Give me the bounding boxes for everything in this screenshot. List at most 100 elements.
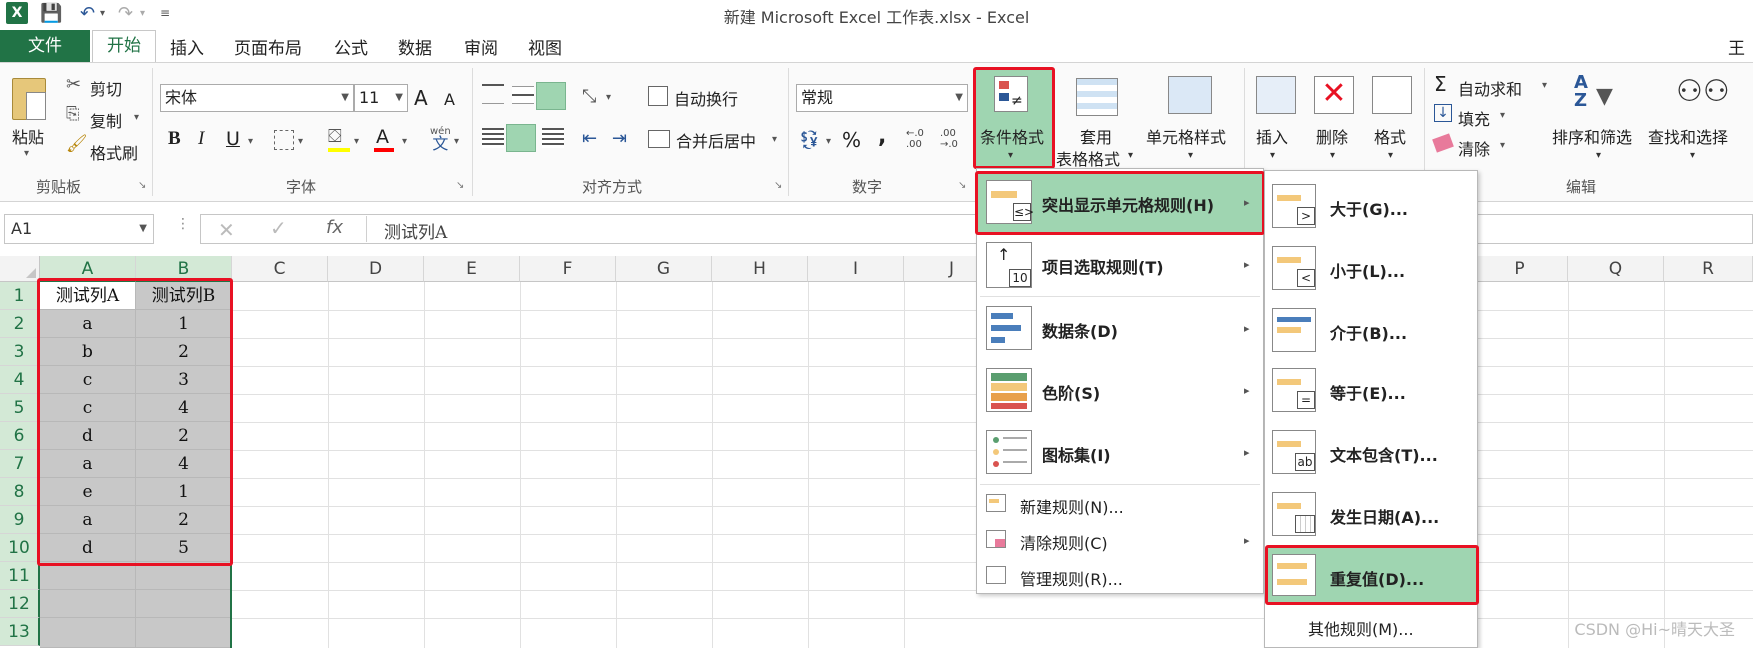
row-header-7[interactable]: 7 bbox=[0, 450, 40, 478]
cut-icon[interactable]: ✂ bbox=[66, 74, 81, 95]
cell-b12[interactable] bbox=[136, 590, 232, 618]
tab-file[interactable]: 文件 bbox=[0, 30, 90, 62]
menu-item-more-rules[interactable]: 其他规则(M)... bbox=[1308, 616, 1414, 640]
sort-filter-dropdown-icon[interactable]: ▾ bbox=[1596, 150, 1601, 161]
row-header-3[interactable]: 3 bbox=[0, 338, 40, 366]
menu-item-new-rule[interactable]: 新建规则(N)... bbox=[1020, 494, 1124, 518]
align-right-icon[interactable] bbox=[542, 128, 564, 148]
underline-dropdown-icon[interactable]: ▾ bbox=[248, 136, 253, 147]
accounting-icon[interactable]: 💱︎ bbox=[798, 130, 821, 151]
column-header-c[interactable]: C bbox=[232, 256, 328, 282]
tab-data[interactable]: 数据 bbox=[398, 34, 432, 59]
menu-item-top-bottom-rules[interactable]: 项目选取规则(T) bbox=[1042, 254, 1164, 278]
menu-item-color-scales[interactable]: 色阶(S) bbox=[1042, 380, 1100, 404]
binoculars-icon[interactable]: ⚇⚇ bbox=[1676, 74, 1730, 109]
clear-dropdown-icon[interactable]: ▾ bbox=[1500, 140, 1505, 151]
format-table-icon[interactable] bbox=[1076, 78, 1118, 116]
copy-icon[interactable]: ⎘ bbox=[66, 104, 80, 124]
formula-input[interactable]: 测试列A bbox=[384, 218, 447, 243]
wrap-text-button[interactable]: 自动换行 bbox=[674, 86, 738, 110]
fill-button[interactable]: 填充 bbox=[1458, 106, 1490, 130]
tab-home[interactable]: 开始 bbox=[92, 30, 156, 64]
number-launcher-icon[interactable]: ↘ bbox=[958, 180, 966, 191]
font-launcher-icon[interactable]: ↘ bbox=[456, 180, 464, 191]
row-header-2[interactable]: 2 bbox=[0, 310, 40, 338]
phonetic-dropdown-icon[interactable]: ▾ bbox=[454, 136, 459, 147]
decrease-decimal-button[interactable]: .00 →.0 bbox=[940, 128, 958, 150]
decrease-indent-icon[interactable]: ⇤ bbox=[582, 128, 597, 149]
menu-item-clear-rules[interactable]: 清除规则(C) bbox=[1020, 530, 1108, 554]
font-size-select[interactable]: 11 ▼ bbox=[354, 84, 408, 112]
autosum-icon[interactable]: Σ bbox=[1434, 72, 1447, 96]
accounting-dropdown-icon[interactable]: ▾ bbox=[826, 136, 831, 147]
merge-dropdown-icon[interactable]: ▾ bbox=[772, 134, 777, 145]
cell-a13[interactable] bbox=[40, 618, 136, 648]
menu-item-data-bars[interactable]: 数据条(D) bbox=[1042, 318, 1118, 342]
align-middle-icon[interactable] bbox=[512, 86, 534, 104]
delete-dropdown-icon[interactable]: ▾ bbox=[1330, 150, 1335, 161]
increase-indent-icon[interactable]: ⇥ bbox=[612, 128, 627, 149]
row-header-1[interactable]: 1 bbox=[0, 282, 40, 310]
menu-item-greater-than[interactable]: 大于(G)... bbox=[1330, 196, 1408, 220]
menu-item-duplicate-values[interactable]: 重复值(D)... bbox=[1330, 566, 1424, 590]
format-cells-button[interactable]: 格式 bbox=[1374, 124, 1406, 148]
menu-item-equal-to[interactable]: 等于(E)... bbox=[1330, 380, 1406, 404]
row-header-12[interactable]: 12 bbox=[0, 590, 40, 618]
cell-styles-button[interactable]: 单元格样式 bbox=[1146, 124, 1226, 148]
italic-button[interactable]: I bbox=[198, 128, 204, 150]
number-format-select[interactable]: 常规 ▼ bbox=[796, 84, 968, 112]
delete-cells-icon[interactable]: ✕ bbox=[1314, 76, 1354, 114]
bold-button[interactable]: B bbox=[168, 128, 181, 150]
border-icon[interactable] bbox=[274, 130, 294, 150]
border-dropdown-icon[interactable]: ▾ bbox=[298, 136, 303, 147]
column-header-d[interactable]: D bbox=[328, 256, 424, 282]
align-left-icon[interactable] bbox=[482, 128, 504, 148]
column-header-g[interactable]: G bbox=[616, 256, 712, 282]
conditional-format-icon[interactable]: ≠ bbox=[994, 76, 1028, 112]
find-select-button[interactable]: 查找和选择 bbox=[1648, 124, 1728, 148]
fill-color-icon[interactable]: ⛋ bbox=[328, 126, 342, 147]
conditional-format-button[interactable]: 条件格式 bbox=[980, 124, 1044, 148]
phonetic-icon[interactable]: wén 文 bbox=[430, 126, 451, 152]
tab-formulas[interactable]: 公式 bbox=[334, 34, 368, 59]
row-header-10[interactable]: 10 bbox=[0, 534, 40, 562]
format-table-button-1[interactable]: 套用 bbox=[1080, 124, 1112, 148]
fill-dropdown-icon[interactable]: ▾ bbox=[1500, 110, 1505, 121]
column-header-e[interactable]: E bbox=[424, 256, 520, 282]
find-select-dropdown-icon[interactable]: ▾ bbox=[1690, 150, 1695, 161]
name-box[interactable]: A1 ▼ bbox=[4, 214, 154, 244]
merge-center-icon[interactable] bbox=[648, 130, 670, 148]
align-bottom-icon[interactable] bbox=[536, 82, 566, 110]
cell-styles-icon[interactable] bbox=[1168, 76, 1212, 114]
align-top-icon[interactable] bbox=[482, 84, 504, 104]
paste-button[interactable]: 粘贴 bbox=[12, 124, 44, 148]
menu-item-highlight-rules[interactable]: 突出显示单元格规则(H) bbox=[1042, 192, 1214, 216]
font-color-button[interactable]: A bbox=[376, 126, 389, 148]
orientation-icon[interactable]: ⤡ bbox=[582, 86, 596, 107]
menu-item-date-occurring[interactable]: 发生日期(A)... bbox=[1330, 504, 1439, 528]
grow-font-button[interactable]: A bbox=[414, 86, 428, 110]
font-color-dropdown-icon[interactable]: ▾ bbox=[402, 136, 407, 147]
cell-a12[interactable] bbox=[40, 590, 136, 618]
column-header-q[interactable]: Q bbox=[1568, 256, 1664, 282]
shrink-font-button[interactable]: A bbox=[444, 90, 455, 109]
increase-decimal-button[interactable]: ←.0.00 bbox=[906, 128, 924, 150]
copy-dropdown-icon[interactable]: ▾ bbox=[134, 112, 139, 123]
insert-dropdown-icon[interactable]: ▾ bbox=[1270, 150, 1275, 161]
insert-cells-icon[interactable] bbox=[1256, 76, 1296, 114]
row-header-11[interactable]: 11 bbox=[0, 562, 40, 590]
tab-review[interactable]: 审阅 bbox=[464, 34, 498, 59]
insert-function-icon[interactable]: fx bbox=[326, 217, 343, 238]
fill-dropdown-icon[interactable]: ▾ bbox=[354, 136, 359, 147]
row-header-13[interactable]: 13 bbox=[0, 618, 40, 646]
column-header-f[interactable]: F bbox=[520, 256, 616, 282]
conditional-format-dropdown-icon[interactable]: ▾ bbox=[1008, 150, 1013, 161]
copy-button[interactable]: 复制 bbox=[90, 108, 122, 132]
format-painter-icon[interactable]: 🖌︎ bbox=[66, 134, 88, 154]
underline-button[interactable]: U bbox=[226, 128, 240, 150]
merge-center-button[interactable]: 合并后居中 bbox=[676, 128, 756, 152]
menu-item-less-than[interactable]: 小于(L)... bbox=[1330, 258, 1405, 282]
tab-view[interactable]: 视图 bbox=[528, 34, 562, 59]
format-painter-button[interactable]: 格式刷 bbox=[90, 140, 138, 164]
orientation-dropdown-icon[interactable]: ▾ bbox=[606, 92, 611, 103]
